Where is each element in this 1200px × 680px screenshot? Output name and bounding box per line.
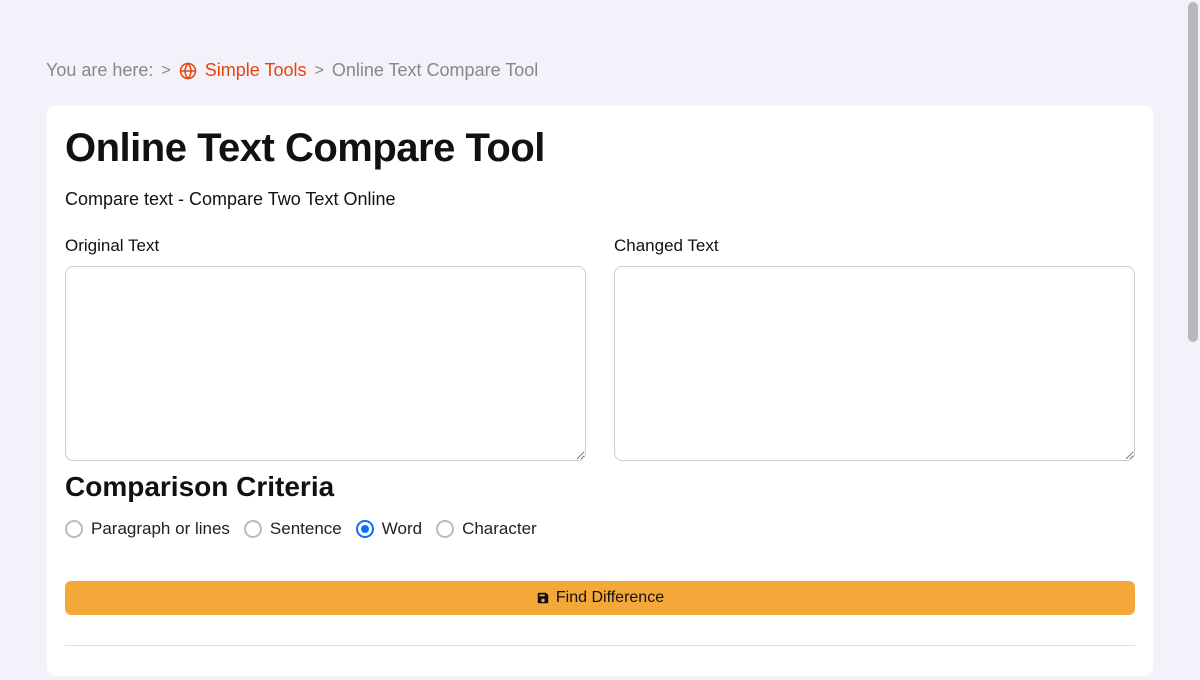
radio-character[interactable]: Character bbox=[436, 519, 537, 539]
breadcrumb-simple-tools-link[interactable]: Simple Tools bbox=[205, 60, 307, 81]
scrollbar-thumb[interactable] bbox=[1188, 2, 1198, 342]
radio-paragraph-label: Paragraph or lines bbox=[91, 519, 230, 539]
breadcrumb-prefix: You are here: bbox=[46, 60, 153, 81]
text-inputs-row: Original Text Changed Text bbox=[65, 236, 1135, 461]
radio-sentence[interactable]: Sentence bbox=[244, 519, 342, 539]
globe-icon bbox=[179, 62, 197, 80]
original-text-input[interactable] bbox=[65, 266, 586, 461]
scrollbar-track[interactable] bbox=[1186, 0, 1200, 680]
breadcrumb-current: Online Text Compare Tool bbox=[332, 60, 538, 81]
changed-text-label: Changed Text bbox=[614, 236, 1135, 256]
changed-text-input[interactable] bbox=[614, 266, 1135, 461]
disk-icon bbox=[536, 591, 550, 605]
original-text-label: Original Text bbox=[65, 236, 586, 256]
find-difference-button[interactable]: Find Difference bbox=[65, 581, 1135, 615]
breadcrumb-separator: > bbox=[314, 62, 323, 80]
criteria-title: Comparison Criteria bbox=[65, 471, 1135, 503]
find-difference-label: Find Difference bbox=[556, 589, 664, 607]
radio-word-label: Word bbox=[382, 519, 422, 539]
radio-word[interactable]: Word bbox=[356, 519, 422, 539]
radio-paragraph-icon bbox=[65, 520, 83, 538]
page-title: Online Text Compare Tool bbox=[65, 126, 1135, 171]
radio-character-label: Character bbox=[462, 519, 537, 539]
breadcrumb-separator: > bbox=[161, 62, 170, 80]
changed-text-column: Changed Text bbox=[614, 236, 1135, 461]
radio-character-icon bbox=[436, 520, 454, 538]
divider bbox=[65, 645, 1135, 646]
radio-sentence-label: Sentence bbox=[270, 519, 342, 539]
radio-word-icon bbox=[356, 520, 374, 538]
radio-paragraph[interactable]: Paragraph or lines bbox=[65, 519, 230, 539]
page-subtitle: Compare text - Compare Two Text Online bbox=[65, 189, 1135, 210]
original-text-column: Original Text bbox=[65, 236, 586, 461]
criteria-radio-group: Paragraph or lines Sentence Word Charact… bbox=[65, 519, 1135, 539]
radio-sentence-icon bbox=[244, 520, 262, 538]
breadcrumb: You are here: > Simple Tools > Online Te… bbox=[46, 0, 1154, 105]
main-card: Online Text Compare Tool Compare text - … bbox=[46, 105, 1154, 677]
